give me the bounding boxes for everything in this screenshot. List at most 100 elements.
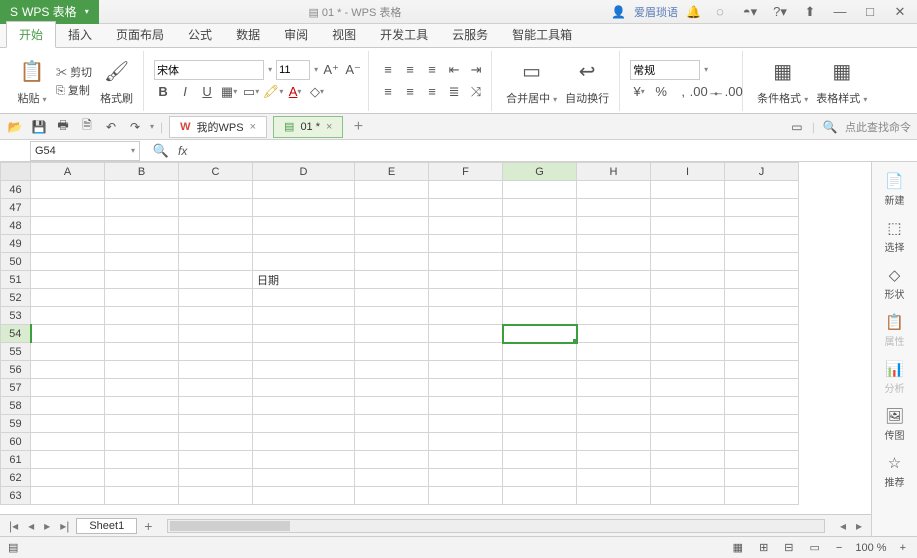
zoom-out-button[interactable]: − bbox=[833, 542, 845, 554]
cell-E53[interactable] bbox=[355, 307, 429, 325]
sheet-nav-prev-icon[interactable]: ◂ bbox=[25, 519, 37, 533]
help-icon[interactable]: ?▾ bbox=[769, 4, 791, 20]
cell-D46[interactable] bbox=[253, 181, 355, 199]
currency-icon[interactable]: ¥▾ bbox=[630, 83, 648, 101]
app-menu-dropdown-icon[interactable]: ▾ bbox=[85, 7, 89, 16]
cell-H51[interactable] bbox=[577, 271, 651, 289]
close-tab-icon[interactable]: × bbox=[250, 121, 256, 133]
cell-D62[interactable] bbox=[253, 469, 355, 487]
cell-B46[interactable] bbox=[105, 181, 179, 199]
cell-J60[interactable] bbox=[725, 433, 799, 451]
cell-C57[interactable] bbox=[179, 379, 253, 397]
cell-A57[interactable] bbox=[31, 379, 105, 397]
cell-A50[interactable] bbox=[31, 253, 105, 271]
row-header-60[interactable]: 60 bbox=[1, 433, 31, 451]
cell-C51[interactable] bbox=[179, 271, 253, 289]
horizontal-scrollbar[interactable] bbox=[167, 519, 825, 533]
cell-E47[interactable] bbox=[355, 199, 429, 217]
cell-A60[interactable] bbox=[31, 433, 105, 451]
row-header-63[interactable]: 63 bbox=[1, 487, 31, 505]
cut-button[interactable]: ✂ 剪切 bbox=[56, 64, 92, 80]
row-header-51[interactable]: 51 bbox=[1, 271, 31, 289]
row-header-46[interactable]: 46 bbox=[1, 181, 31, 199]
cell-E58[interactable] bbox=[355, 397, 429, 415]
cell-I63[interactable] bbox=[651, 487, 725, 505]
cell-I58[interactable] bbox=[651, 397, 725, 415]
cell-H46[interactable] bbox=[577, 181, 651, 199]
close-tab-icon[interactable]: × bbox=[326, 121, 332, 133]
redo-icon[interactable]: ↷ bbox=[126, 118, 144, 136]
cell-H53[interactable] bbox=[577, 307, 651, 325]
cell-B58[interactable] bbox=[105, 397, 179, 415]
cell-F62[interactable] bbox=[429, 469, 503, 487]
cell-J47[interactable] bbox=[725, 199, 799, 217]
cell-B53[interactable] bbox=[105, 307, 179, 325]
cell-F49[interactable] bbox=[429, 235, 503, 253]
font-color-button[interactable]: A▾ bbox=[286, 83, 304, 101]
orientation-icon[interactable]: ⤨ bbox=[467, 83, 485, 101]
cell-J54[interactable] bbox=[725, 325, 799, 343]
cell-J57[interactable] bbox=[725, 379, 799, 397]
cell-F60[interactable] bbox=[429, 433, 503, 451]
col-header-F[interactable]: F bbox=[429, 163, 503, 181]
close-button[interactable]: ✕ bbox=[889, 4, 911, 20]
maximize-button[interactable]: □ bbox=[859, 4, 881, 19]
cell-J52[interactable] bbox=[725, 289, 799, 307]
paste-button[interactable]: 📋 粘贴 ▾ bbox=[12, 56, 52, 106]
cell-D49[interactable] bbox=[253, 235, 355, 253]
cell-C62[interactable] bbox=[179, 469, 253, 487]
align-bottom-icon[interactable]: ≡ bbox=[423, 61, 441, 79]
hscroll-right-icon[interactable]: ▸ bbox=[853, 519, 865, 533]
row-header-62[interactable]: 62 bbox=[1, 469, 31, 487]
cell-H47[interactable] bbox=[577, 199, 651, 217]
cell-I61[interactable] bbox=[651, 451, 725, 469]
row-header-53[interactable]: 53 bbox=[1, 307, 31, 325]
command-search-input[interactable]: 点此查找命令 bbox=[845, 119, 911, 135]
cell-E51[interactable] bbox=[355, 271, 429, 289]
cell-H59[interactable] bbox=[577, 415, 651, 433]
cell-E63[interactable] bbox=[355, 487, 429, 505]
cell-A53[interactable] bbox=[31, 307, 105, 325]
cell-A51[interactable] bbox=[31, 271, 105, 289]
cell-G51[interactable] bbox=[503, 271, 577, 289]
align-right-icon[interactable]: ≡ bbox=[423, 83, 441, 101]
app-badge[interactable]: S WPS 表格 ▾ bbox=[0, 0, 99, 24]
cell-F51[interactable] bbox=[429, 271, 503, 289]
sheet-tab-sheet1[interactable]: Sheet1 bbox=[76, 518, 137, 534]
merge-center-button[interactable]: ▭ 合并居中 ▾ bbox=[502, 56, 561, 106]
row-header-59[interactable]: 59 bbox=[1, 415, 31, 433]
cell-A58[interactable] bbox=[31, 397, 105, 415]
cell-B62[interactable] bbox=[105, 469, 179, 487]
col-header-A[interactable]: A bbox=[31, 163, 105, 181]
side-item-0[interactable]: 📄新建 bbox=[885, 168, 905, 211]
cell-G60[interactable] bbox=[503, 433, 577, 451]
sheet-nav-first-icon[interactable]: |◂ bbox=[6, 519, 21, 533]
cell-J46[interactable] bbox=[725, 181, 799, 199]
cell-G56[interactable] bbox=[503, 361, 577, 379]
cell-I49[interactable] bbox=[651, 235, 725, 253]
cell-A46[interactable] bbox=[31, 181, 105, 199]
name-box[interactable]: G54 ▾ bbox=[30, 141, 140, 161]
cell-I57[interactable] bbox=[651, 379, 725, 397]
cell-J56[interactable] bbox=[725, 361, 799, 379]
decrease-font-icon[interactable]: A⁻ bbox=[344, 61, 362, 79]
cell-E50[interactable] bbox=[355, 253, 429, 271]
cell-G52[interactable] bbox=[503, 289, 577, 307]
undo-icon[interactable]: ↶ bbox=[102, 118, 120, 136]
cell-G54[interactable] bbox=[503, 325, 577, 343]
cell-H56[interactable] bbox=[577, 361, 651, 379]
menu-tab-8[interactable]: 云服务 bbox=[440, 22, 500, 47]
cell-D57[interactable] bbox=[253, 379, 355, 397]
cell-B59[interactable] bbox=[105, 415, 179, 433]
cell-I48[interactable] bbox=[651, 217, 725, 235]
cell-G48[interactable] bbox=[503, 217, 577, 235]
select-all-corner[interactable] bbox=[1, 163, 31, 181]
status-sheet-icon[interactable]: ▤ bbox=[8, 541, 18, 554]
cell-I51[interactable] bbox=[651, 271, 725, 289]
percent-icon[interactable]: % bbox=[652, 83, 670, 101]
menu-tab-5[interactable]: 审阅 bbox=[272, 22, 320, 47]
spreadsheet-grid[interactable]: ABCDEFGHIJ464748495051日期5253545556575859… bbox=[0, 162, 871, 514]
cell-I59[interactable] bbox=[651, 415, 725, 433]
col-header-D[interactable]: D bbox=[253, 163, 355, 181]
cell-D58[interactable] bbox=[253, 397, 355, 415]
